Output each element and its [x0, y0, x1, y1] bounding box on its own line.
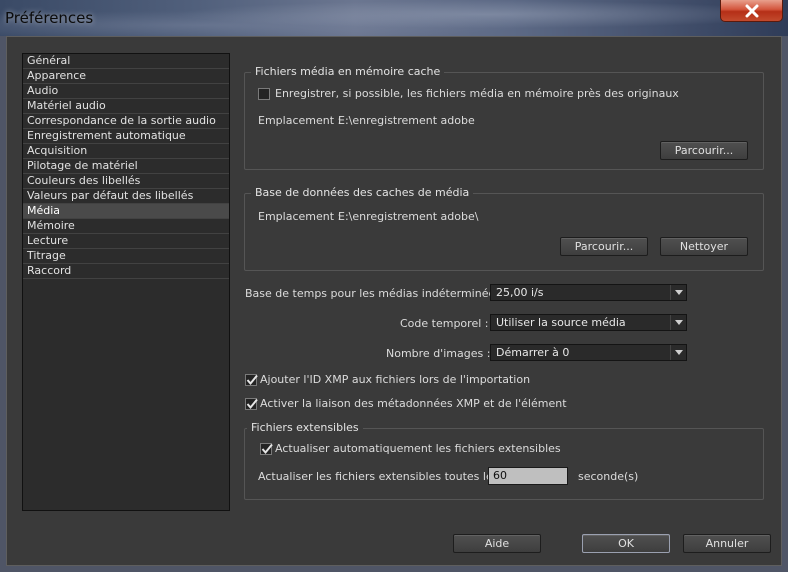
- timebase-select[interactable]: 25,00 i/s: [490, 284, 687, 301]
- sidebar-item[interactable]: Titrage: [23, 249, 229, 264]
- cache-browse-button[interactable]: Parcourir...: [660, 141, 748, 160]
- chevron-down-icon: [670, 315, 686, 330]
- cache-media-group-title: Fichiers média en mémoire cache: [251, 65, 445, 78]
- cache-db-browse-button[interactable]: Parcourir...: [560, 237, 648, 256]
- cache-db-clean-button[interactable]: Nettoyer: [660, 237, 748, 256]
- xmp-id-checkbox[interactable]: [245, 374, 258, 386]
- window-frame: Général Apparence Audio Matériel audio Corre…: [0, 36, 788, 572]
- timebase-label: Base de temps pour les médias indétermin…: [245, 287, 503, 300]
- refresh-interval-unit: seconde(s): [578, 470, 639, 483]
- sidebar-item[interactable]: Média: [23, 204, 229, 219]
- sidebar-item[interactable]: Enregistrement automatique: [23, 129, 229, 144]
- auto-refresh-checkbox[interactable]: [260, 443, 273, 455]
- sidebar-item[interactable]: Acquisition: [23, 144, 229, 159]
- timebase-select-value: 25,00 i/s: [496, 286, 544, 299]
- sidebar-item[interactable]: Audio: [23, 84, 229, 99]
- sidebar-item[interactable]: Apparence: [23, 69, 229, 84]
- sidebar-item[interactable]: Pilotage de matériel: [23, 159, 229, 174]
- auto-refresh-label: Actualiser automatiquement les fichiers …: [275, 442, 561, 455]
- refresh-interval-label: Actualiser les fichiers extensibles tout…: [258, 470, 499, 483]
- close-icon: [745, 4, 758, 17]
- cache-db-location-value: E:\enregistrement adobe\: [338, 210, 479, 223]
- category-list[interactable]: Général Apparence Audio Matériel audio Corre…: [22, 53, 230, 511]
- xmp-id-label: Ajouter l'ID XMP aux fichiers lors de l'…: [260, 373, 531, 386]
- cache-db-location-label: Emplacement :: [258, 210, 342, 223]
- frame-count-label: Nombre d'images :: [386, 347, 491, 360]
- ok-button[interactable]: OK: [582, 534, 670, 553]
- sidebar-item[interactable]: Raccord: [23, 264, 229, 279]
- frame-count-select-value: Démarrer à 0: [496, 346, 570, 359]
- cache-near-originals-checkbox[interactable]: [258, 88, 270, 100]
- cache-location-label: Emplacement :: [258, 114, 342, 127]
- sidebar-item[interactable]: Valeurs par défaut des libellés: [23, 189, 229, 204]
- window-title: Préférences: [5, 9, 94, 27]
- timecode-select[interactable]: Utiliser la source média: [490, 314, 687, 331]
- sidebar-item[interactable]: Couleurs des libellés: [23, 174, 229, 189]
- checkmark-icon: [261, 443, 273, 455]
- xmp-link-label: Activer la liaison des métadonnées XMP e…: [260, 397, 567, 410]
- refresh-interval-input[interactable]: 60: [488, 467, 568, 485]
- chevron-down-icon: [670, 345, 686, 360]
- close-button[interactable]: [720, 0, 783, 22]
- sidebar-item[interactable]: Général: [23, 54, 229, 69]
- growing-files-group: Fichiers extensibles: [244, 421, 764, 500]
- timecode-select-value: Utiliser la source média: [496, 316, 626, 329]
- cancel-button[interactable]: Annuler: [683, 534, 771, 553]
- frame-count-select[interactable]: Démarrer à 0: [490, 344, 687, 361]
- help-button[interactable]: Aide: [453, 534, 541, 553]
- timecode-label: Code temporel :: [400, 317, 489, 330]
- checkmark-icon: [246, 398, 258, 410]
- title-bar[interactable]: Préférences: [0, 0, 788, 36]
- xmp-link-checkbox[interactable]: [245, 398, 258, 410]
- sidebar-item[interactable]: Matériel audio: [23, 99, 229, 114]
- sidebar-item[interactable]: Lecture: [23, 234, 229, 249]
- growing-files-group-title: Fichiers extensibles: [247, 421, 363, 434]
- sidebar-item[interactable]: Mémoire: [23, 219, 229, 234]
- preferences-dialog: Général Apparence Audio Matériel audio Corre…: [6, 36, 782, 566]
- cache-db-group: Base de données des caches de média: [244, 186, 764, 271]
- cache-db-group-title: Base de données des caches de média: [251, 186, 474, 199]
- chevron-down-icon: [670, 285, 686, 300]
- sidebar-item[interactable]: Correspondance de la sortie audio: [23, 114, 229, 129]
- cache-near-originals-label: Enregistrer, si possible, les fichiers m…: [275, 87, 679, 100]
- cache-location-value: E:\enregistrement adobe: [338, 114, 475, 127]
- checkmark-icon: [246, 374, 258, 386]
